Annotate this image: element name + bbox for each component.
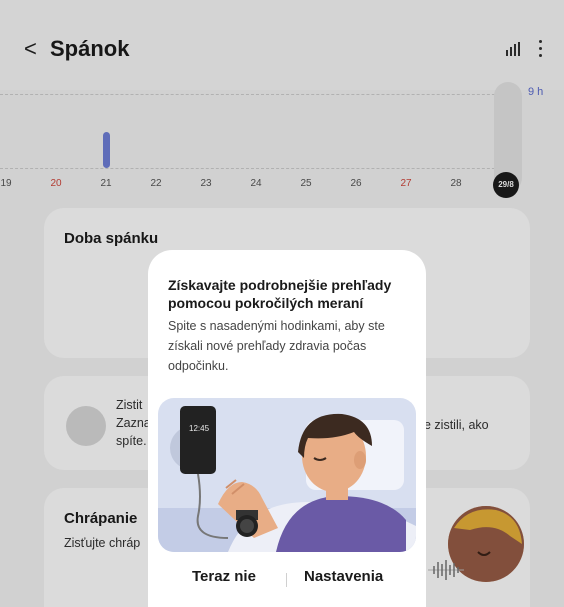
sleeping-with-watch-icon bbox=[158, 406, 416, 552]
phone-time: 12:45 bbox=[189, 424, 210, 433]
settings-button[interactable]: Nastavenia bbox=[304, 568, 383, 585]
sleep-screen: < Spánok 9 h 19 20 21 22 23 24 25 26 27 28 29/8 Do… bbox=[0, 0, 564, 607]
dialog-body: Spite s nasadenými hodinkami, aby ste zí… bbox=[168, 319, 385, 373]
button-divider bbox=[286, 573, 287, 587]
not-now-button[interactable]: Teraz nie bbox=[192, 568, 256, 585]
dialog-title: Získavajte podrobnejšie prehľady pomocou… bbox=[168, 277, 392, 311]
dialog-illustration: 12:45 bbox=[158, 398, 416, 552]
advanced-measurement-dialog: Získavajte podrobnejšie prehľady pomocou… bbox=[148, 250, 426, 607]
